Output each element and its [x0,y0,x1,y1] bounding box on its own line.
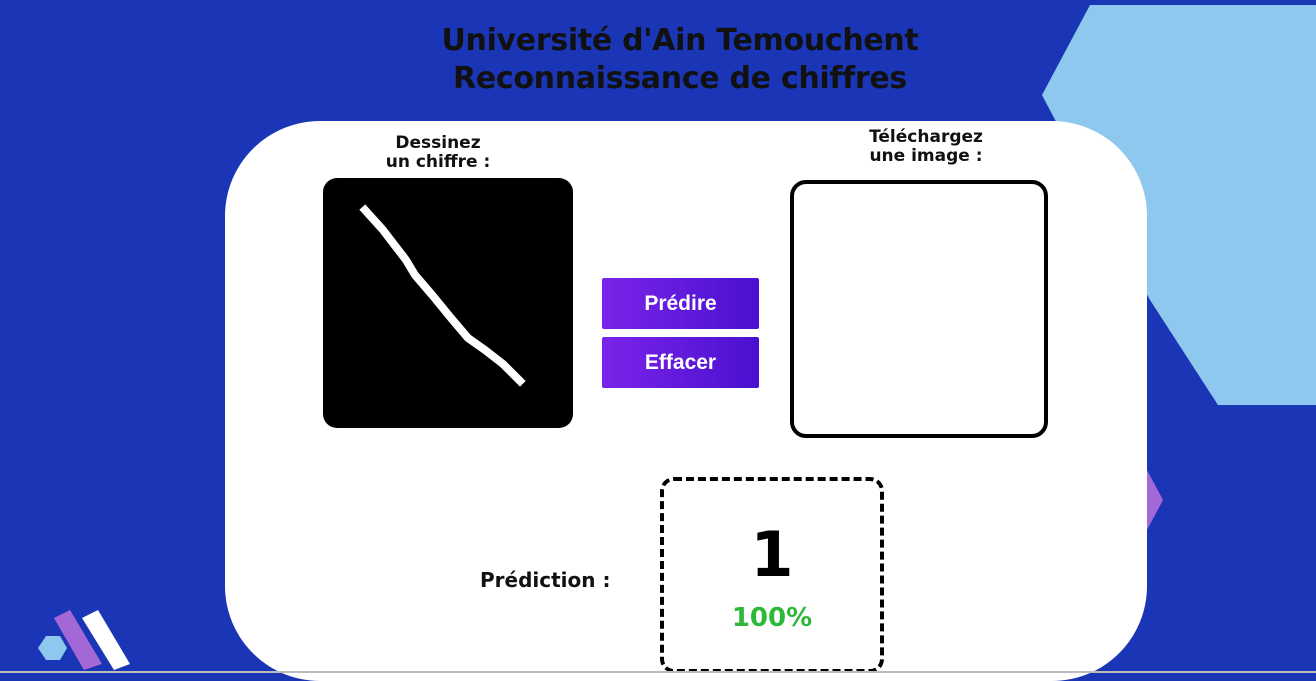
drawing-canvas[interactable] [323,178,573,428]
prediction-label: Prédiction : [480,568,611,592]
image-upload-box[interactable] [790,180,1048,438]
purple-sliver-shape [1147,470,1163,530]
upload-label-line2: une image : [869,146,983,166]
upload-label-line1: Téléchargez [869,127,983,147]
logo-icon [38,610,130,670]
draw-label-line1: Dessinez [395,133,481,153]
predict-button[interactable]: Prédire [602,278,759,329]
page-title: Université d'Ain Temouchent Reconnaissan… [380,22,980,98]
title-university: Université d'Ain Temouchent [441,23,919,58]
upload-label: Téléchargez une image : [836,128,1016,166]
predicted-digit: 1 [750,518,794,591]
title-app: Reconnaissance de chiffres [453,61,907,96]
prediction-confidence: 100% [731,603,813,633]
draw-label: Dessinez un chiffre : [358,134,518,172]
draw-label-line2: un chiffre : [385,152,491,172]
drawn-stroke [359,204,526,387]
clear-button[interactable]: Effacer [602,337,759,388]
